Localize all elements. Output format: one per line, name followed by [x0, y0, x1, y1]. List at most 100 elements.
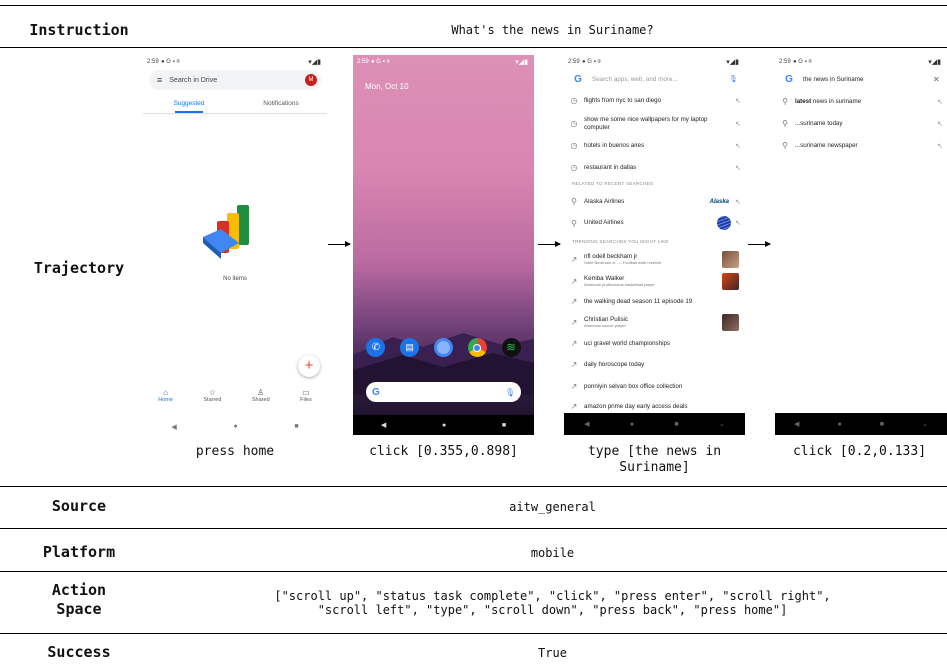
- list-item[interactable]: ⚲ latest news in suriname ↖: [775, 95, 947, 108]
- suggestion-text: latest news in suriname: [795, 98, 933, 106]
- nav-home[interactable]: ⌂ Home: [158, 388, 173, 414]
- mic-icon[interactable]: 🎙: [729, 75, 745, 83]
- action-space-label-line2: Space: [56, 600, 102, 618]
- new-fab-button[interactable]: +: [298, 355, 320, 377]
- source-rule: [0, 528, 947, 529]
- fill-arrow-icon[interactable]: ↖: [731, 164, 745, 172]
- drive-search-placeholder: Search in Drive: [169, 76, 218, 84]
- messages-app-icon[interactable]: ▤: [400, 338, 420, 357]
- home-button-icon[interactable]: ●: [442, 422, 446, 429]
- chrome-center: [473, 343, 482, 352]
- spotify-app-icon[interactable]: ≋: [501, 338, 521, 357]
- fill-arrow-icon[interactable]: ↖: [731, 198, 745, 206]
- nav-shared-label: Shared: [251, 397, 270, 403]
- drive-search-bar[interactable]: ≡ Search in Drive M: [149, 70, 321, 90]
- nav-shared[interactable]: ♙ Shared: [252, 388, 270, 414]
- tab-suggested[interactable]: Suggested: [143, 100, 235, 107]
- arrow-1-to-2: [328, 241, 351, 247]
- trending-icon: ↗: [570, 382, 578, 391]
- fill-arrow-icon[interactable]: ↖: [731, 120, 745, 128]
- chrome-app-icon[interactable]: [467, 338, 487, 357]
- caption-step-2: click [0.355,0.898]: [369, 444, 518, 459]
- google-g-icon: G: [574, 73, 582, 85]
- mic-icon[interactable]: 🎙: [505, 388, 515, 397]
- trending-text: Kemba Walker American professional basket…: [584, 275, 722, 288]
- back-icon[interactable]: ◀: [584, 420, 589, 428]
- search-icon: ⚲: [571, 197, 577, 206]
- list-item[interactable]: ⚲ Alaska Airlines Alaska ↖: [564, 195, 745, 208]
- history-icon: ◷: [570, 163, 578, 172]
- home-button-icon[interactable]: ●: [630, 421, 634, 428]
- empty-state-illustration-icon: [203, 205, 249, 259]
- list-item[interactable]: ↗ uci gravel world championships: [564, 337, 745, 350]
- suggestion-text: United Airlines: [584, 219, 624, 227]
- list-item[interactable]: ◷ restaurant in dallas ↖: [564, 161, 745, 174]
- home-button-icon[interactable]: ●: [837, 421, 841, 428]
- trending-title: daily horoscope today: [584, 360, 645, 368]
- list-item[interactable]: ↗ ponniyin selvan box office collection: [564, 380, 745, 393]
- caption-step-3: type [the news in Suriname]: [554, 444, 755, 476]
- list-item[interactable]: ↗ nfl odell beckham jr Odell Beckham Jr. —…: [564, 250, 745, 268]
- list-item[interactable]: ↗ Kemba Walker American professional baske…: [564, 272, 745, 290]
- list-item[interactable]: ↗ amazon prime day early access deals: [564, 401, 745, 412]
- nav-starred[interactable]: ☆ Starred: [203, 388, 221, 414]
- trending-icon: ↗: [570, 317, 578, 327]
- fill-arrow-icon[interactable]: ↖: [933, 98, 947, 106]
- suggestion-text: Alaska Airlines: [584, 197, 625, 205]
- list-item[interactable]: ◷ flights from nyc to san diego ↖: [564, 94, 745, 107]
- list-item[interactable]: ⚲ United Airlines ↖: [564, 216, 745, 230]
- search-bar[interactable]: G Search apps, web, and more... 🎙: [564, 71, 745, 87]
- person-thumbnail: [722, 250, 739, 268]
- nav-files[interactable]: ▭ Files: [300, 388, 312, 414]
- back-icon[interactable]: ◀: [381, 421, 386, 429]
- home-google-search-bar[interactable]: G 🎙: [366, 382, 521, 402]
- menu-icon[interactable]: ≡: [157, 75, 162, 85]
- search-input[interactable]: Search apps, web, and more...: [592, 76, 729, 83]
- trending-icon: ↗: [570, 276, 578, 286]
- account-avatar[interactable]: M: [305, 74, 317, 86]
- alaska-logo: Alaska: [709, 198, 729, 205]
- list-item[interactable]: ↗ Christian Pulisic American soccer player: [564, 313, 745, 331]
- list-item[interactable]: ⚲ ...suriname today ↖: [775, 117, 947, 130]
- keyboard-hide-icon[interactable]: ⌄: [922, 420, 928, 428]
- search-icon: ⚲: [782, 119, 788, 128]
- instruction-label: Instruction: [29, 21, 129, 39]
- search-bar[interactable]: G the news in Suriname ✕: [775, 71, 947, 87]
- keyboard-hide-icon[interactable]: ⌄: [719, 420, 725, 428]
- list-item[interactable]: ↗ daily horoscope today: [564, 358, 745, 371]
- back-icon[interactable]: ◀: [171, 423, 176, 431]
- trending-icon: ↗: [570, 402, 578, 411]
- list-item[interactable]: ◷ show me some nice wallpapers for my lap…: [564, 115, 745, 132]
- person-thumbnail: [722, 272, 739, 290]
- tab-notifications[interactable]: Notifications: [235, 100, 327, 107]
- united-logo-icon: [717, 216, 731, 230]
- folder-icon: ▭: [302, 388, 310, 397]
- back-icon[interactable]: ◀: [794, 420, 799, 428]
- list-item[interactable]: ↗ the walking dead season 11 episode 19: [564, 295, 745, 308]
- trajectory-rule: [0, 486, 947, 487]
- recents-icon[interactable]: ■: [294, 423, 298, 430]
- trending-subtitle: American soccer player: [584, 323, 626, 329]
- phone-app-icon[interactable]: ✆: [366, 338, 386, 357]
- android-nav-dark: ◀ ● ■ ⌄: [564, 413, 745, 435]
- list-item[interactable]: ⚲ ...suriname newspaper ↖: [775, 139, 947, 152]
- table-top-rule: [0, 5, 947, 6]
- suggestion-text: ...suriname newspaper: [795, 141, 858, 149]
- fill-arrow-icon[interactable]: ↖: [731, 142, 745, 150]
- clock-app-icon[interactable]: [433, 338, 453, 357]
- recents-icon[interactable]: ■: [674, 421, 678, 428]
- search-input[interactable]: the news in Suriname: [803, 76, 933, 83]
- recents-icon[interactable]: ■: [502, 422, 506, 429]
- suggestion-text: flights from nyc to san diego: [584, 96, 662, 104]
- fill-arrow-icon[interactable]: ↖: [933, 120, 947, 128]
- fill-arrow-icon[interactable]: ↖: [933, 142, 947, 150]
- android-nav-light: ◀ ● ■: [143, 418, 327, 435]
- home-button-icon[interactable]: ●: [233, 423, 237, 430]
- trajectory-label: Trajectory: [33, 259, 125, 277]
- fill-arrow-icon[interactable]: ↖: [731, 97, 745, 105]
- list-item[interactable]: ◷ hotels in buenos aires ↖: [564, 139, 745, 152]
- recents-icon[interactable]: ■: [880, 421, 884, 428]
- clear-icon[interactable]: ✕: [933, 75, 947, 84]
- people-icon: ♙: [257, 388, 265, 397]
- fill-arrow-icon[interactable]: ↖: [731, 219, 745, 227]
